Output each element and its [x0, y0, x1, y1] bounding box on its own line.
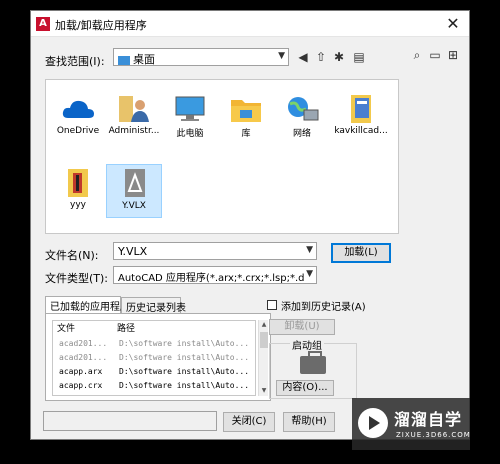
scroll-thumb[interactable] [260, 332, 268, 348]
file-item-onedrive[interactable]: OneDrive [50, 90, 106, 144]
file-item-administrator[interactable]: Administr... [106, 90, 162, 144]
startup-group: 启动组 内容(O)... [269, 337, 357, 399]
help-button[interactable]: 帮助(H) [283, 412, 335, 432]
autocad-app-icon: A [36, 17, 50, 31]
row-path: D:\software install\Auto... [119, 339, 250, 348]
watermark-badge: 溜溜自学 ZIXUE.3D66.COM [352, 398, 470, 450]
file-item-network[interactable]: 网络 [274, 90, 330, 144]
file-item-kavkillcad[interactable]: kavkillcad... [330, 90, 392, 144]
file-list-pane[interactable]: OneDrive Administr... 此电脑 库 网络 kavkillca… [45, 79, 399, 234]
desktop-folder-icon [118, 55, 130, 65]
chevron-down-icon: ▼ [306, 269, 313, 279]
scroll-down-icon[interactable]: ▼ [259, 386, 269, 396]
row-file: acapp.arx [59, 367, 103, 376]
chevron-down-icon: ▼ [278, 51, 285, 61]
user-folder-icon [116, 92, 152, 126]
close-window-button[interactable]: ✕ [443, 14, 463, 34]
title-bar[interactable]: A 加载/卸载应用程序 ✕ [31, 11, 469, 37]
close-button[interactable]: 关闭(C) [223, 412, 275, 432]
file-name: 此电脑 [176, 129, 204, 139]
tab-loaded-apps[interactable]: 已加载的应用程序 [45, 296, 130, 313]
filename-label: 文件名(N): [45, 249, 99, 262]
scroll-up-icon[interactable]: ▲ [259, 320, 269, 330]
autocad-file-icon [116, 167, 152, 201]
loaded-apps-list[interactable]: 文件 路径 acad201... D:\software install\Aut… [52, 320, 256, 396]
back-icon[interactable]: ◀ [295, 49, 311, 65]
column-header-path[interactable]: 路径 [117, 321, 135, 334]
tab-history-list[interactable]: 历史记录列表 [121, 297, 186, 314]
row-file: acad201... [59, 353, 108, 362]
file-name: Administr... [108, 126, 160, 136]
file-item-library[interactable]: 库 [218, 90, 274, 144]
window-title: 加载/卸载应用程序 [55, 19, 147, 32]
table-row[interactable]: acapp.crx D:\software install\Auto... [53, 381, 255, 394]
add-to-history-label: 添加到历史记录(A) [281, 302, 366, 313]
contents-button[interactable]: 内容(O)... [276, 380, 334, 396]
cloud-icon [60, 92, 96, 126]
file-item-y-vlx[interactable]: Y.VLX [106, 164, 162, 218]
startup-group-title: 启动组 [290, 337, 324, 352]
file-name: 网络 [292, 129, 311, 139]
table-row[interactable]: acad201... D:\software install\Auto... [53, 353, 255, 366]
column-header-file[interactable]: 文件 [57, 321, 75, 334]
briefcase-icon [300, 351, 326, 374]
watermark-subtitle: ZIXUE.3D66.COM [396, 431, 471, 439]
add-to-history-checkbox[interactable] [267, 300, 277, 310]
load-unload-dialog: A 加载/卸载应用程序 ✕ 查找范围(I): 桌面 ▼ ◀ ⇧ ✱ ▤ ⌕ ▭ … [30, 10, 470, 440]
filename-input[interactable]: Y.VLX ▼ [113, 242, 317, 260]
row-path: D:\software install\Auto... [119, 353, 250, 362]
play-logo-icon [358, 408, 388, 438]
filetype-value: AutoCAD 应用程序(*.arx;*.crx;*.lsp;*.dvb;*.d… [118, 273, 304, 284]
library-folder-icon [228, 92, 264, 126]
file-item-this-pc[interactable]: 此电脑 [162, 90, 218, 144]
folder-icon [60, 166, 96, 200]
find-icon[interactable]: ⌕ [409, 47, 425, 63]
add-file-icon[interactable]: ⊞ [445, 47, 461, 63]
file-name: 库 [241, 129, 251, 139]
table-row[interactable]: acapp.arx D:\software install\Auto... [53, 367, 255, 380]
folder-view-icon[interactable]: ▭ [427, 47, 443, 63]
lookin-combo[interactable]: 桌面 ▼ [113, 48, 289, 66]
view-menu-icon[interactable]: ▤ [349, 49, 369, 65]
filetype-label: 文件类型(T): [45, 272, 109, 285]
loaded-apps-panel: 文件 路径 acad201... D:\software install\Aut… [45, 313, 271, 401]
watermark-title: 溜溜自学 [394, 410, 463, 429]
table-row[interactable]: acad201... D:\software install\Auto... [53, 339, 255, 352]
row-path: D:\software install\Auto... [119, 367, 250, 376]
lookin-value: 桌面 [133, 53, 155, 66]
filetype-select[interactable]: AutoCAD 应用程序(*.arx;*.crx;*.lsp;*.dvb;*.d… [113, 266, 317, 284]
up-folder-icon[interactable]: ⇧ [313, 49, 329, 65]
filename-value: Y.VLX [118, 245, 148, 258]
row-path: D:\software install\Auto... [119, 381, 250, 390]
chevron-down-icon: ▼ [306, 245, 313, 255]
load-button[interactable]: 加载(L) [331, 243, 391, 263]
file-name: OneDrive [56, 126, 100, 136]
row-file: acapp.crx [59, 381, 103, 390]
document-folder-icon [343, 92, 379, 126]
list-scrollbar[interactable]: ▲ ▼ [258, 320, 268, 396]
new-folder-icon[interactable]: ✱ [331, 49, 347, 65]
file-name: Y.VLX [122, 201, 146, 211]
lookin-label: 查找范围(I): [45, 55, 105, 68]
file-name: yyy [70, 200, 86, 210]
row-file: acad201... [59, 339, 108, 348]
computer-icon [172, 92, 208, 126]
file-item-yyy[interactable]: yyy [50, 164, 106, 218]
status-field [43, 411, 217, 431]
unload-button[interactable]: 卸载(U) [269, 319, 335, 335]
file-name: kavkillcad... [334, 126, 388, 136]
network-icon [284, 92, 320, 126]
